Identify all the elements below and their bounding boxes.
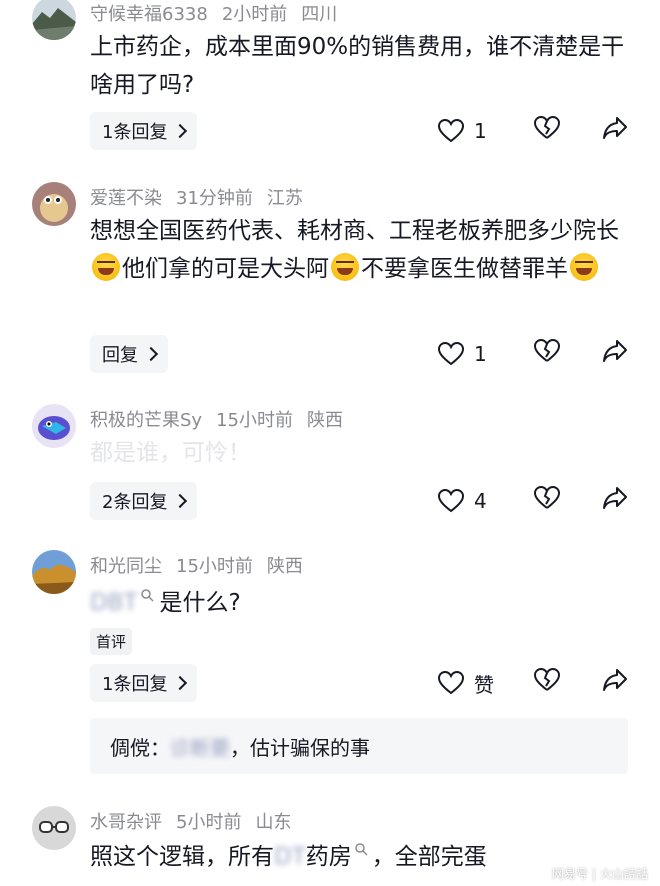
comment-location: 山东 [255,812,292,833]
avatar[interactable] [32,550,76,594]
reply-label: 回复 [102,345,138,366]
share-button[interactable] [602,668,628,696]
author-name[interactable]: 和光同尘 [90,556,162,577]
author-name[interactable]: 爱莲不染 [90,188,162,209]
dislike-button[interactable] [533,667,561,696]
comment-meta: 守候幸福6338 2小时前 四川 [90,0,351,26]
text-part: ，全部完蛋 [371,844,487,870]
first-comment-badge: 首评 [90,628,133,655]
share-icon [603,669,627,691]
watermark-left: 网易号 [551,867,588,881]
avatar[interactable] [32,404,76,448]
chevron-right-icon [143,346,159,362]
dislike-button[interactable] [533,338,561,367]
like-count: 1 [474,342,487,366]
reply-author: 倜傥： [110,735,170,760]
author-name[interactable]: 积极的芒果Sy [90,410,202,431]
share-button[interactable] [602,339,628,367]
heart-icon [438,119,464,143]
comment-location: 江苏 [266,188,303,209]
broken-heart-icon [533,115,561,139]
dislike-button[interactable] [533,485,561,514]
chevron-right-icon [173,123,188,139]
comment-location: 陕西 [266,556,303,577]
search-icon [355,843,368,856]
heart-icon [438,489,464,513]
view-replies-button[interactable]: 1条回复 [90,664,198,702]
reply-button[interactable]: 回复 [90,335,168,373]
reply-text: ，估计骗保的事 [230,735,370,760]
comment-actions: 1 [438,112,638,150]
comment-time: 15小时前 [176,556,253,577]
text-part: 他们拿的可是大头阿 [122,256,329,282]
watermark-separator: | [591,867,596,881]
reply-label: 1条回复 [102,674,168,695]
comment-actions: 4 [438,482,638,520]
search-icon [140,589,154,602]
avatar[interactable] [32,182,76,226]
laughing-emoji-icon [331,253,359,281]
like-button[interactable]: 赞 [438,664,494,702]
chevron-right-icon [173,675,188,691]
heart-icon [438,342,464,366]
hidden-text: 诊断要 [170,735,230,760]
avatar[interactable] [32,806,76,850]
hidden-text: DT [274,844,306,870]
reply-label: 1条回复 [102,122,168,143]
comment-meta: 水哥杂评 5小时前 山东 [90,808,305,834]
like-count: 1 [474,119,487,143]
reply-label: 2条回复 [102,492,168,513]
comment-actions: 1 [438,335,638,373]
comment-time: 31分钟前 [176,188,253,209]
like-button[interactable]: 1 [438,112,487,150]
comment-meta: 和光同尘 15小时前 陕西 [90,552,317,578]
text-part: 药房 [305,844,352,870]
chevron-right-icon [173,493,188,509]
laugh-cry-emoji-icon [570,253,598,281]
broken-heart-icon [533,338,561,362]
avatar[interactable] [32,0,76,40]
view-replies-button[interactable]: 2条回复 [90,482,198,520]
comment-time: 5小时前 [176,812,242,833]
like-label: 赞 [474,672,494,697]
comment-text: 都是谁，可怜！ [90,440,251,466]
text-part: 是什么? [159,590,241,616]
comment-text: 上市药企，成本里面90%的销售费用，谁不清楚是干啥用了吗? [90,34,625,98]
comment-meta: 积极的芒果Sy 15小时前 陕西 [90,406,357,432]
comment-time: 2小时前 [221,4,288,25]
comment-text: DBT 是什么? [90,584,635,622]
like-button[interactable]: 4 [438,482,487,520]
comment-text: 想想全国医药代表、耗材商、工程老板养肥多少院长他们拿的可是大头阿 不要拿医生做替罪… [90,212,635,288]
reply-preview[interactable]: 倜傥： 诊断要 ，估计骗保的事 [90,718,628,774]
broken-heart-icon [533,667,561,691]
like-button[interactable]: 1 [438,335,487,373]
comment-location: 四川 [301,4,338,25]
author-name[interactable]: 守候幸福6338 [90,4,208,25]
share-icon [603,487,627,509]
comment-actions: 赞 [438,664,638,702]
comment-meta: 爱莲不染 31分钟前 江苏 [90,184,317,210]
broken-heart-icon [533,485,561,509]
author-name[interactable]: 水哥杂评 [90,812,162,833]
share-button[interactable] [602,486,628,514]
text-part: 不要拿医生做替罪羊 [361,256,568,282]
dislike-button[interactable] [533,115,561,144]
comment-location: 陕西 [306,410,343,431]
heart-icon [438,671,464,695]
watermark-right: 火山詩話 [599,867,648,881]
share-icon [603,340,627,362]
share-button[interactable] [602,116,628,144]
comment-time: 15小时前 [216,410,293,431]
watermark: 网易号 | 火山詩話 [552,865,648,882]
text-part: 照这个逻辑，所有 [90,844,274,870]
share-icon [603,117,627,139]
text-part: 想想全国医药代表、耗材商、工程老板养肥多少院长 [90,218,619,244]
laugh-cry-emoji-icon [92,253,120,281]
hidden-text: DBT [90,590,138,616]
like-count: 4 [474,489,487,513]
view-replies-button[interactable]: 1条回复 [90,112,198,150]
